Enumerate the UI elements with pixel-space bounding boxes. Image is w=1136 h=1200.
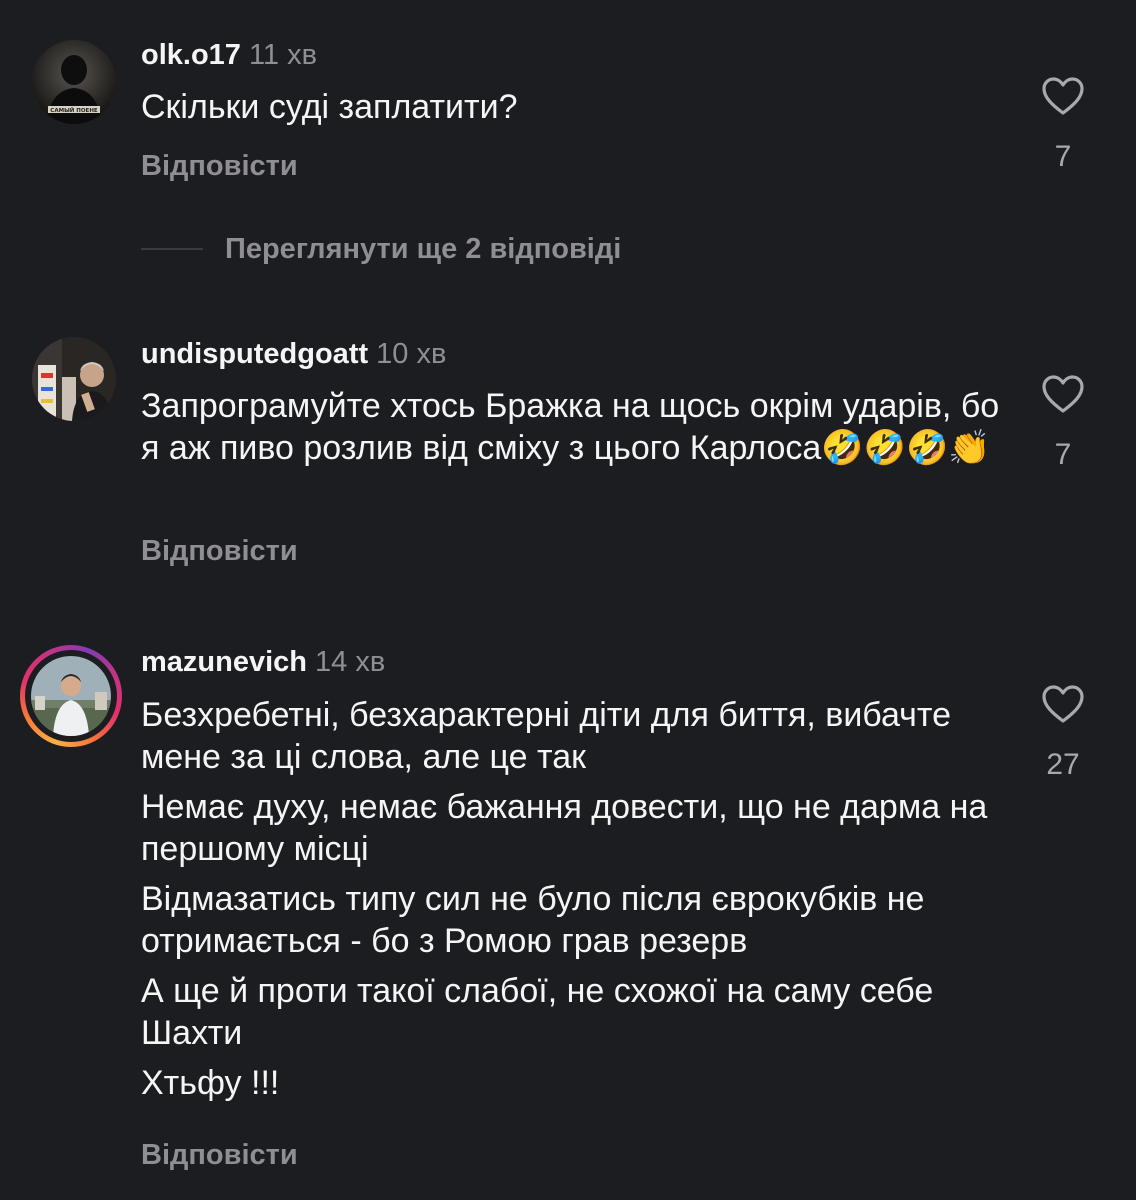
replies-divider [141, 248, 203, 250]
comment-line: Безхребетні, безхарактерні діти для битт… [141, 696, 951, 776]
comment-line: Запрограмуйте хтось Бражка на щось окрім… [141, 387, 1000, 467]
comment-meta: mazunevich 14 хв [141, 645, 385, 679]
heart-icon[interactable] [1041, 684, 1085, 724]
avatar [31, 656, 111, 736]
timestamp: 14 хв [315, 646, 386, 678]
comment-meta: undisputedgoatt 10 хв [141, 337, 446, 371]
avatar-image [31, 656, 111, 736]
timestamp: 10 хв [376, 338, 447, 370]
avatar[interactable] [32, 337, 116, 421]
comment-text: Скільки суді заплатити? [141, 86, 1021, 136]
like-count: 27 [1046, 748, 1080, 781]
comment-line: А ще й проти такої слабої, не схожої на … [141, 972, 934, 1052]
username[interactable]: olk.o17 [141, 39, 241, 71]
view-replies-label: Переглянути ще 2 відповіді [225, 232, 622, 265]
comment-line: Скільки суді заплатити? [141, 88, 518, 126]
reply-button[interactable]: Відповісти [141, 150, 298, 183]
username[interactable]: mazunevich [141, 646, 307, 678]
view-replies-button[interactable]: Переглянути ще 2 відповіді [141, 228, 621, 270]
comment-meta: olk.o17 11 хв [141, 38, 317, 72]
timestamp: 11 хв [248, 39, 318, 71]
comment-line: Немає духу, немає бажання довести, що не… [141, 788, 988, 868]
like-count: 7 [1054, 438, 1072, 471]
like-control: 27 [1030, 684, 1096, 782]
heart-icon[interactable] [1041, 374, 1085, 414]
avatar-image [32, 337, 116, 421]
reply-button[interactable]: Відповісти [141, 1139, 298, 1172]
comment-text: Безхребетні, безхарактерні діти для битт… [141, 694, 1021, 1112]
like-count: 7 [1054, 140, 1072, 173]
like-control: 7 [1030, 76, 1096, 174]
comment-line: Хтьфу !!! [141, 1064, 280, 1102]
heart-icon[interactable] [1041, 76, 1085, 116]
username[interactable]: undisputedgoatt [141, 338, 368, 370]
avatar[interactable]: САМЫЙ ПОЕНЕ [32, 40, 116, 124]
story-ring-gap [25, 650, 117, 742]
like-control: 7 [1030, 374, 1096, 472]
reply-button[interactable]: Відповісти [141, 535, 298, 568]
avatar-caption: САМЫЙ ПОЕНЕ [50, 106, 98, 114]
comment-text: Запрограмуйте хтось Бражка на щось окрім… [141, 385, 1021, 477]
story-ring[interactable] [20, 645, 122, 747]
comment-line: Відмазатись типу сил не було після єврок… [141, 880, 925, 960]
avatar-image: САМЫЙ ПОЕНЕ [32, 40, 116, 124]
